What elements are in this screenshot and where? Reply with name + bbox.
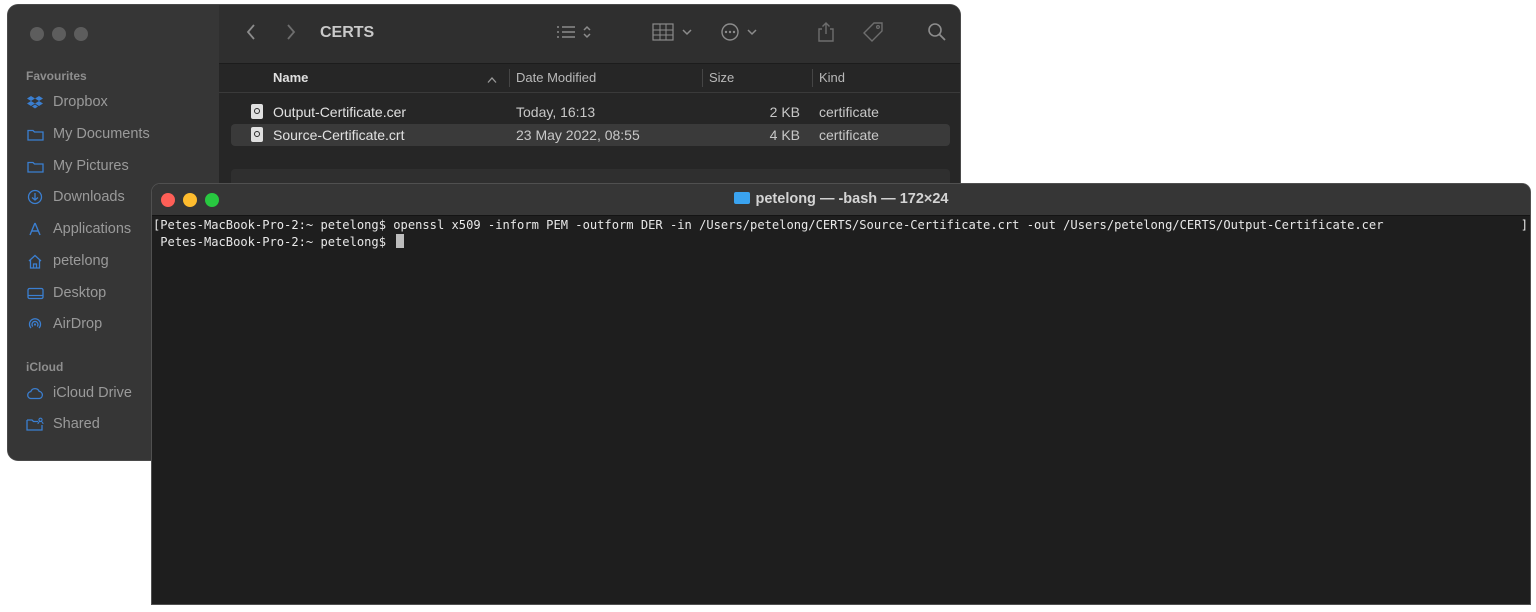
list-view-icon: [555, 22, 599, 47]
column-divider[interactable]: [509, 69, 510, 87]
file-date: Today, 16:13: [516, 104, 596, 120]
folder-icon: [26, 158, 44, 174]
file-name: Source-Certificate.crt: [273, 127, 405, 143]
sidebar-item-label: My Documents: [53, 126, 150, 142]
desktop-icon: [26, 285, 44, 301]
column-date-modified[interactable]: Date Modified: [516, 70, 596, 85]
finder-window-controls: [30, 27, 88, 41]
file-row[interactable]: Source-Certificate.crt 23 May 2022, 08:5…: [231, 124, 950, 146]
sidebar-item-label: petelong: [53, 253, 109, 269]
file-size: 4 KB: [769, 127, 800, 143]
column-divider[interactable]: [812, 69, 813, 87]
sidebar-section-favourites: Favourites: [26, 69, 87, 83]
folder-title: CERTS: [320, 24, 375, 41]
sidebar-item-applications[interactable]: Applications: [26, 218, 131, 240]
terminal-line: [Petes-MacBook-Pro-2:~ petelong$ openssl…: [153, 218, 1384, 232]
group-button[interactable]: [651, 22, 697, 47]
sidebar-item-shared[interactable]: Shared: [26, 413, 100, 435]
folder-icon: [26, 126, 44, 142]
sidebar-item-label: Applications: [53, 221, 132, 237]
sidebar-item-dropbox[interactable]: Dropbox: [26, 91, 108, 113]
sidebar-item-desktop[interactable]: Desktop: [26, 282, 106, 304]
file-kind: certificate: [819, 127, 879, 143]
certificate-file-icon: [251, 127, 263, 142]
terminal-output[interactable]: [Petes-MacBook-Pro-2:~ petelong$ openssl…: [152, 216, 1530, 604]
terminal-title: petelong — -bash — 172×24: [152, 191, 1530, 207]
sidebar-item-my-pictures[interactable]: My Pictures: [26, 155, 129, 177]
terminal-titlebar[interactable]: petelong — -bash — 172×24: [152, 184, 1530, 216]
zoom-button[interactable]: [74, 27, 88, 41]
sidebar-item-label: Dropbox: [53, 94, 108, 110]
file-row[interactable]: Output-Certificate.cer Today, 16:13 2 KB…: [231, 101, 950, 123]
terminal-prompt: Petes-MacBook-Pro-2:~ petelong$: [153, 235, 394, 249]
column-size[interactable]: Size: [709, 70, 734, 85]
home-icon: [26, 253, 44, 269]
share-icon: [816, 21, 836, 48]
finder-toolbar: CERTS: [219, 5, 960, 64]
sidebar-item-label: Shared: [53, 416, 100, 432]
minimize-button[interactable]: [52, 27, 66, 41]
file-date: 23 May 2022, 08:55: [516, 127, 640, 143]
view-options-button[interactable]: [555, 23, 599, 45]
column-header: Name Date Modified Size Kind: [219, 64, 960, 93]
grid-icon: [651, 22, 697, 47]
sidebar-item-label: AirDrop: [53, 316, 103, 332]
more-icon: [719, 22, 763, 47]
column-kind[interactable]: Kind: [819, 70, 845, 85]
share-button[interactable]: [815, 21, 837, 48]
tag-icon: [861, 21, 885, 48]
sidebar-item-downloads[interactable]: Downloads: [26, 186, 125, 208]
sidebar-item-label: Downloads: [53, 189, 125, 205]
applications-icon: [26, 221, 44, 237]
search-icon: [927, 22, 947, 47]
shared-folder-icon: [26, 416, 44, 432]
column-name[interactable]: Name: [273, 70, 308, 85]
sidebar-item-airdrop[interactable]: AirDrop: [26, 313, 102, 335]
sidebar-item-my-documents[interactable]: My Documents: [26, 123, 150, 145]
sort-ascending-icon[interactable]: [487, 72, 497, 87]
forward-button[interactable]: [283, 23, 299, 45]
file-size: 2 KB: [769, 104, 800, 120]
file-name: Output-Certificate.cer: [273, 104, 407, 120]
back-button[interactable]: [243, 23, 259, 45]
airdrop-icon: [26, 316, 44, 332]
action-menu-button[interactable]: [719, 22, 763, 47]
sidebar-item-petelong[interactable]: petelong: [26, 250, 109, 272]
download-icon: [26, 189, 44, 205]
terminal-title-text: petelong — -bash — 172×24: [755, 191, 949, 207]
sidebar-item-icloud-drive[interactable]: iCloud Drive: [26, 382, 132, 404]
certificate-file-icon: [251, 104, 263, 119]
close-button[interactable]: [30, 27, 44, 41]
sidebar-item-label: iCloud Drive: [53, 385, 132, 401]
sidebar-item-label: My Pictures: [53, 158, 129, 174]
chevron-right-icon: [286, 23, 296, 46]
file-kind: certificate: [819, 104, 879, 120]
column-divider[interactable]: [702, 69, 703, 87]
tag-button[interactable]: [861, 21, 885, 48]
folder-icon: [733, 192, 750, 204]
terminal-window: petelong — -bash — 172×24 [Petes-MacBook…: [152, 184, 1530, 604]
sidebar-item-label: Desktop: [53, 285, 107, 301]
terminal-prompt-line: Petes-MacBook-Pro-2:~ petelong$: [153, 234, 405, 249]
terminal-bracket: ]: [1520, 218, 1528, 232]
search-button[interactable]: [926, 22, 948, 47]
text-cursor: [396, 234, 405, 248]
cloud-icon: [26, 385, 44, 401]
dropbox-icon: [26, 94, 44, 110]
chevron-left-icon: [246, 23, 256, 46]
sidebar-section-icloud: iCloud: [26, 360, 64, 374]
